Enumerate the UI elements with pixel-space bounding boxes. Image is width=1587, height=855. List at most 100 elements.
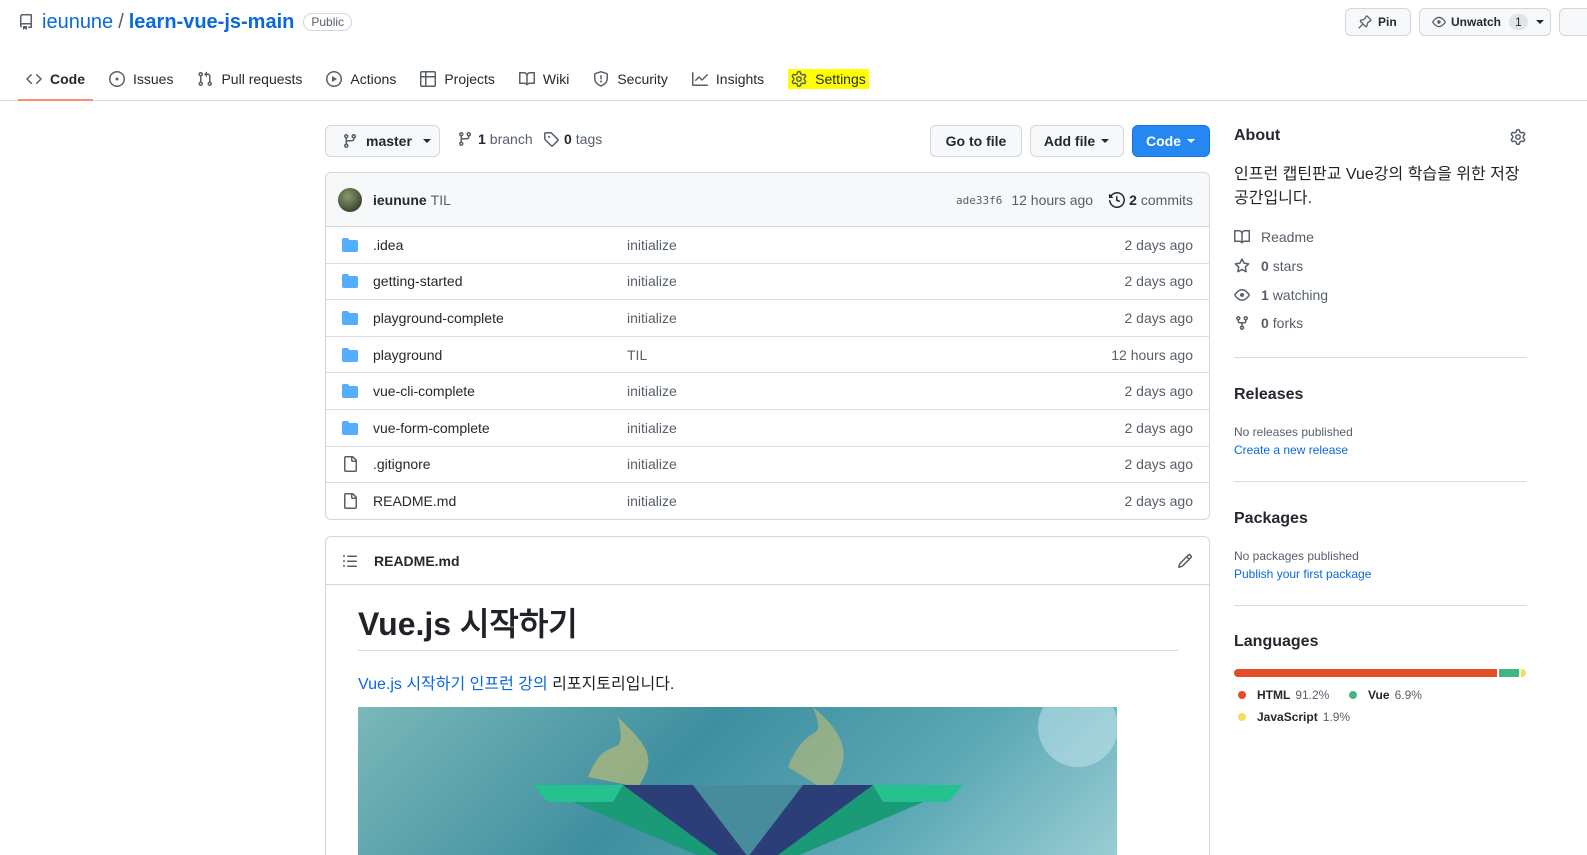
history-icon [1109, 192, 1126, 208]
table-row: playground TIL 12 hours ago [326, 337, 1209, 374]
tab-settings-label: Settings [815, 71, 866, 87]
repo-separator: / [118, 10, 124, 33]
go-to-file-button[interactable]: Go to file [930, 125, 1022, 157]
tag-icon [543, 131, 559, 147]
file-commit-message-link[interactable]: initialize [627, 310, 677, 326]
table-icon [420, 71, 437, 87]
tab-projects[interactable]: Projects [412, 57, 503, 101]
forks-word: forks [1272, 315, 1304, 331]
commit-count-word: commits [1140, 192, 1193, 208]
file-name-link[interactable]: .gitignore [373, 456, 431, 472]
repo-icon [18, 14, 34, 30]
git-pull-request-icon [197, 71, 213, 87]
file-name-link[interactable]: playground [373, 347, 442, 363]
commit-message-link[interactable]: TIL [431, 192, 451, 208]
chevron-down-icon [1186, 136, 1196, 146]
file-list: ieunune TIL ade33f6 12 hours ago 2 commi… [325, 172, 1210, 520]
releases-title[interactable]: Releases [1234, 386, 1303, 404]
shield-icon [593, 71, 609, 87]
packages-title[interactable]: Packages [1234, 510, 1308, 528]
file-name-link[interactable]: getting-started [373, 273, 463, 289]
language-percent: 1.9% [1322, 710, 1351, 724]
watching-link[interactable]: 1 watching [1234, 287, 1328, 303]
packages-empty-text: No packages published [1234, 549, 1359, 563]
about-description: 인프런 캡틴판교 Vue강의 학습을 위한 저장 공간입니다. [1234, 166, 1520, 207]
file-name-link[interactable]: README.md [373, 493, 456, 509]
folder-icon [342, 273, 358, 289]
file-commit-time: 2 days ago [1124, 493, 1194, 510]
commit-meta: ade33f6 12 hours ago 2 commits [956, 173, 1193, 227]
repo-name-link[interactable]: learn-vue-js-main [129, 11, 295, 34]
repo-owner-link[interactable]: ieunune [42, 11, 113, 34]
file-name-link[interactable]: vue-cli-complete [373, 383, 475, 399]
list-unordered-icon[interactable] [342, 553, 358, 569]
file-commit-message-link[interactable]: initialize [627, 383, 677, 399]
chevron-down-icon [1535, 17, 1545, 27]
commit-sha-link[interactable]: ade33f6 [956, 194, 1002, 207]
languages-title: Languages [1234, 633, 1319, 650]
file-commit-time: 2 days ago [1124, 309, 1194, 326]
create-release-link[interactable]: Create a new release [1234, 443, 1348, 457]
branches-link[interactable]: 1 branch [457, 131, 533, 147]
publish-package-link[interactable]: Publish your first package [1234, 567, 1371, 581]
forks-link[interactable]: 0 forks [1234, 315, 1303, 331]
readme-link-label: Readme [1261, 229, 1314, 245]
tags-link[interactable]: 0 tags [543, 131, 602, 147]
fork-button-partial[interactable] [1559, 8, 1587, 36]
language-vue[interactable]: Vue 6.9% [1349, 688, 1422, 702]
language-html[interactable]: HTML 91.2% [1238, 688, 1329, 702]
repo-tabs: Code Issues Pull requests Actions Projec… [18, 57, 885, 101]
pin-label: Pin [1378, 15, 1397, 29]
readme-course-link[interactable]: Vue.js 시작하기 인프런 강의 [358, 676, 548, 693]
about-title: About [1234, 127, 1281, 144]
tab-issues[interactable]: Issues [101, 57, 181, 101]
file-name-link[interactable]: .idea [373, 237, 403, 253]
gear-icon [791, 71, 807, 87]
branch-select-button[interactable]: master [325, 125, 440, 157]
file-name-link[interactable]: vue-form-complete [373, 420, 490, 436]
file-commit-message-link[interactable]: initialize [627, 493, 677, 509]
settings-highlight: Settings [788, 69, 869, 89]
table-row: getting-started initialize 2 days ago [326, 264, 1209, 301]
book-icon [1234, 229, 1250, 245]
file-commit-message-link[interactable]: initialize [627, 456, 677, 472]
unwatch-button[interactable]: Unwatch 1 [1419, 8, 1551, 36]
language-percent: 91.2% [1295, 688, 1330, 702]
file-commit-message-link[interactable]: TIL [627, 347, 647, 363]
file-commit-message-link[interactable]: initialize [627, 420, 677, 436]
file-commit-message-link[interactable]: initialize [627, 237, 677, 253]
file-commit-message-link[interactable]: initialize [627, 273, 677, 289]
language-color-dot [1349, 691, 1357, 699]
readme-filename-link[interactable]: README.md [374, 553, 460, 569]
tab-actions[interactable]: Actions [318, 57, 404, 101]
language-bar-segment [1498, 669, 1519, 677]
pin-button[interactable]: Pin [1345, 8, 1411, 36]
tab-security[interactable]: Security [585, 57, 676, 101]
file-name-link[interactable]: playground-complete [373, 310, 504, 326]
stars-link[interactable]: 0 stars [1234, 258, 1303, 274]
tab-insights[interactable]: Insights [684, 57, 772, 101]
readme-link[interactable]: Readme [1234, 229, 1314, 245]
language-javascript[interactable]: JavaScript 1.9% [1238, 710, 1350, 724]
add-file-button[interactable]: Add file [1030, 125, 1124, 157]
readme-heading: Vue.js 시작하기 [358, 606, 578, 642]
tab-code-label: Code [50, 71, 85, 87]
repo-forked-icon [1234, 315, 1250, 331]
pencil-icon[interactable] [1177, 553, 1193, 569]
pin-icon [1358, 15, 1372, 29]
commit-author-link[interactable]: ieunune [373, 192, 427, 208]
tab-code[interactable]: Code [18, 57, 93, 101]
repo-header: ieunune / learn-vue-js-main Public Pin U… [0, 0, 1587, 101]
folder-icon [342, 237, 358, 253]
releases-empty-text: No releases published [1234, 425, 1353, 439]
gear-icon[interactable] [1510, 129, 1526, 145]
tab-wiki[interactable]: Wiki [511, 57, 577, 101]
file-commit-time: 2 days ago [1124, 456, 1194, 473]
code-button[interactable]: Code [1132, 125, 1210, 157]
tab-settings[interactable]: Settings [780, 57, 877, 101]
commits-link[interactable]: 2 commits [1109, 192, 1193, 208]
eye-icon [1234, 287, 1250, 303]
avatar[interactable] [338, 187, 362, 212]
tab-pull-requests[interactable]: Pull requests [189, 57, 310, 101]
issue-opened-icon [109, 71, 125, 87]
